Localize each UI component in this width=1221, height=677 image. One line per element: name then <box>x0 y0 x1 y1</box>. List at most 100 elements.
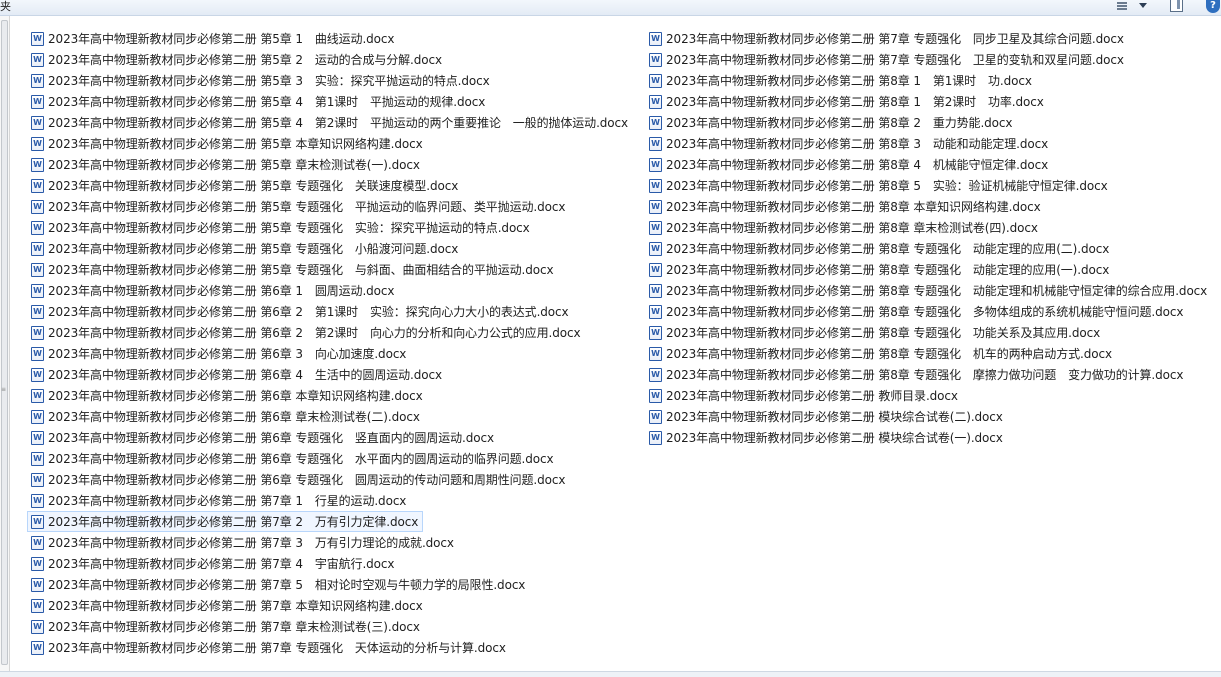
word-document-icon <box>649 136 662 151</box>
file-name: 2023年高中物理新教材同步必修第二册 模块综合试卷(一).docx <box>666 430 1003 445</box>
word-document-icon <box>31 241 44 256</box>
file-name: 2023年高中物理新教材同步必修第二册 第8章 本章知识网络构建.docx <box>666 199 1041 214</box>
file-item[interactable]: 2023年高中物理新教材同步必修第二册 第8章 专题强化 多物体组成的系统机械能… <box>646 301 1210 322</box>
horizontal-scrollbar[interactable] <box>0 671 1221 677</box>
word-document-icon <box>649 304 662 319</box>
word-document-icon <box>31 577 44 592</box>
file-name: 2023年高中物理新教材同步必修第二册 第8章 专题强化 动能定理和机械能守恒定… <box>666 283 1208 298</box>
file-item[interactable]: 2023年高中物理新教材同步必修第二册 第8章 专题强化 动能定理和机械能守恒定… <box>646 280 1210 301</box>
file-name: 2023年高中物理新教材同步必修第二册 第5章 章末检测试卷(一).docx <box>48 157 420 172</box>
file-item[interactable]: 2023年高中物理新教材同步必修第二册 第7章 专题强化 天体运动的分析与计算.… <box>28 637 631 658</box>
file-name: 2023年高中物理新教材同步必修第二册 第8章 5 实验：验证机械能守恒定律.d… <box>666 178 1108 193</box>
file-item[interactable]: 2023年高中物理新教材同步必修第二册 第5章 2 运动的合成与分解.docx <box>28 49 631 70</box>
file-item[interactable]: 2023年高中物理新教材同步必修第二册 第6章 2 第2课时 向心力的分析和向心… <box>28 322 631 343</box>
file-item[interactable]: 2023年高中物理新教材同步必修第二册 第7章 4 宇宙航行.docx <box>28 553 631 574</box>
file-item[interactable]: 2023年高中物理新教材同步必修第二册 第8章 4 机械能守恒定律.docx <box>646 154 1210 175</box>
file-item[interactable]: 2023年高中物理新教材同步必修第二册 第7章 章末检测试卷(三).docx <box>28 616 631 637</box>
file-item[interactable]: 2023年高中物理新教材同步必修第二册 第6章 1 圆周运动.docx <box>28 280 631 301</box>
file-item[interactable]: 2023年高中物理新教材同步必修第二册 第7章 专题强化 同步卫星及其综合问题.… <box>646 28 1210 49</box>
file-name: 2023年高中物理新教材同步必修第二册 第6章 1 圆周运动.docx <box>48 283 395 298</box>
file-name: 2023年高中物理新教材同步必修第二册 第8章 专题强化 动能定理的应用(二).… <box>666 241 1110 256</box>
file-name: 2023年高中物理新教材同步必修第二册 第6章 4 生活中的圆周运动.docx <box>48 367 443 382</box>
file-name: 2023年高中物理新教材同步必修第二册 第6章 专题强化 竖直面内的圆周运动.d… <box>48 430 494 445</box>
file-name: 2023年高中物理新教材同步必修第二册 第7章 本章知识网络构建.docx <box>48 598 423 613</box>
file-name: 2023年高中物理新教材同步必修第二册 第8章 4 机械能守恒定律.docx <box>666 157 1049 172</box>
file-item[interactable]: 2023年高中物理新教材同步必修第二册 第8章 3 动能和动能定理.docx <box>646 133 1210 154</box>
file-item[interactable]: 2023年高中物理新教材同步必修第二册 第8章 1 第2课时 功率.docx <box>646 91 1210 112</box>
word-document-icon <box>649 94 662 109</box>
file-item[interactable]: 2023年高中物理新教材同步必修第二册 第7章 专题强化 卫星的变轨和双星问题.… <box>646 49 1210 70</box>
file-item[interactable]: 2023年高中物理新教材同步必修第二册 第8章 专题强化 机车的两种启动方式.d… <box>646 343 1210 364</box>
file-item[interactable]: 2023年高中物理新教材同步必修第二册 第6章 专题强化 圆周运动的传动问题和周… <box>28 469 631 490</box>
word-document-icon <box>31 451 44 466</box>
file-name: 2023年高中物理新教材同步必修第二册 第5章 专题强化 小船渡河问题.docx <box>48 241 459 256</box>
file-item[interactable]: 2023年高中物理新教材同步必修第二册 第7章 3 万有引力理论的成就.docx <box>28 532 631 553</box>
file-name: 2023年高中物理新教材同步必修第二册 第5章 专题强化 与斜面、曲面相结合的平… <box>48 262 554 277</box>
word-document-icon <box>649 283 662 298</box>
word-document-icon <box>31 262 44 277</box>
file-item[interactable]: 2023年高中物理新教材同步必修第二册 第8章 1 第1课时 功.docx <box>646 70 1210 91</box>
file-item[interactable]: 2023年高中物理新教材同步必修第二册 第5章 3 实验：探究平抛运动的特点.d… <box>28 70 631 91</box>
file-item[interactable]: 2023年高中物理新教材同步必修第二册 第7章 本章知识网络构建.docx <box>28 595 631 616</box>
file-item[interactable]: 2023年高中物理新教材同步必修第二册 第6章 章末检测试卷(二).docx <box>28 406 631 427</box>
file-item[interactable]: 2023年高中物理新教材同步必修第二册 第6章 2 第1课时 实验：探究向心力大… <box>28 301 631 322</box>
word-document-icon <box>649 409 662 424</box>
file-item[interactable]: 2023年高中物理新教材同步必修第二册 第8章 专题强化 动能定理的应用(一).… <box>646 259 1210 280</box>
file-item[interactable]: 2023年高中物理新教材同步必修第二册 第8章 专题强化 摩擦力做功问题 变力做… <box>646 364 1210 385</box>
file-item[interactable]: 2023年高中物理新教材同步必修第二册 第5章 1 曲线运动.docx <box>28 28 631 49</box>
file-name: 2023年高中物理新教材同步必修第二册 第7章 专题强化 同步卫星及其综合问题.… <box>666 31 1124 46</box>
file-name: 2023年高中物理新教材同步必修第二册 第8章 1 第1课时 功.docx <box>666 73 1032 88</box>
file-item[interactable]: 2023年高中物理新教材同步必修第二册 第5章 章末检测试卷(一).docx <box>28 154 631 175</box>
file-name: 2023年高中物理新教材同步必修第二册 第6章 2 第1课时 实验：探究向心力大… <box>48 304 569 319</box>
file-item[interactable]: 2023年高中物理新教材同步必修第二册 第8章 本章知识网络构建.docx <box>646 196 1210 217</box>
file-item[interactable]: 2023年高中物理新教材同步必修第二册 第5章 本章知识网络构建.docx <box>28 133 631 154</box>
file-item[interactable]: 2023年高中物理新教材同步必修第二册 第5章 专题强化 关联速度模型.docx <box>28 175 631 196</box>
file-item[interactable]: 2023年高中物理新教材同步必修第二册 第5章 4 第1课时 平抛运动的规律.d… <box>28 91 631 112</box>
file-item[interactable]: 2023年高中物理新教材同步必修第二册 第7章 1 行星的运动.docx <box>28 490 631 511</box>
word-document-icon <box>649 178 662 193</box>
file-item[interactable]: 2023年高中物理新教材同步必修第二册 第8章 章末检测试卷(四).docx <box>646 217 1210 238</box>
word-document-icon <box>649 73 662 88</box>
file-item[interactable]: 2023年高中物理新教材同步必修第二册 第6章 3 向心加速度.docx <box>28 343 631 364</box>
file-item[interactable]: 2023年高中物理新教材同步必修第二册 第5章 4 第2课时 平抛运动的两个重要… <box>28 112 631 133</box>
word-document-icon <box>31 73 44 88</box>
file-item[interactable]: 2023年高中物理新教材同步必修第二册 第6章 4 生活中的圆周运动.docx <box>28 364 631 385</box>
file-name: 2023年高中物理新教材同步必修第二册 第7章 章末检测试卷(三).docx <box>48 619 420 634</box>
file-name: 2023年高中物理新教材同步必修第二册 第6章 3 向心加速度.docx <box>48 346 407 361</box>
word-document-icon <box>649 430 662 445</box>
file-item[interactable]: 2023年高中物理新教材同步必修第二册 教师目录.docx <box>646 385 1210 406</box>
file-item[interactable]: 2023年高中物理新教材同步必修第二册 第8章 5 实验：验证机械能守恒定律.d… <box>646 175 1210 196</box>
word-document-icon <box>31 598 44 613</box>
word-document-icon <box>31 472 44 487</box>
file-item[interactable]: 2023年高中物理新教材同步必修第二册 第8章 专题强化 功能关系及其应用.do… <box>646 322 1210 343</box>
file-name: 2023年高中物理新教材同步必修第二册 第8章 专题强化 动能定理的应用(一).… <box>666 262 1110 277</box>
file-item[interactable]: 2023年高中物理新教材同步必修第二册 第7章 2 万有引力定律.docx <box>27 511 423 532</box>
file-item[interactable]: 2023年高中物理新教材同步必修第二册 第8章 专题强化 动能定理的应用(二).… <box>646 238 1210 259</box>
file-name: 2023年高中物理新教材同步必修第二册 模块综合试卷(二).docx <box>666 409 1003 424</box>
word-document-icon <box>31 535 44 550</box>
file-item[interactable]: 2023年高中物理新教材同步必修第二册 模块综合试卷(二).docx <box>646 406 1210 427</box>
file-item[interactable]: 2023年高中物理新教材同步必修第二册 模块综合试卷(一).docx <box>646 427 1210 448</box>
file-item[interactable]: 2023年高中物理新教材同步必修第二册 第6章 本章知识网络构建.docx <box>28 385 631 406</box>
file-name: 2023年高中物理新教材同步必修第二册 第6章 2 第2课时 向心力的分析和向心… <box>48 325 581 340</box>
file-item[interactable]: 2023年高中物理新教材同步必修第二册 第6章 专题强化 水平面内的圆周运动的临… <box>28 448 631 469</box>
file-item[interactable]: 2023年高中物理新教材同步必修第二册 第5章 专题强化 小船渡河问题.docx <box>28 238 631 259</box>
file-name: 2023年高中物理新教材同步必修第二册 第5章 1 曲线运动.docx <box>48 31 395 46</box>
file-item[interactable]: 2023年高中物理新教材同步必修第二册 第7章 5 相对论时空观与牛顿力学的局限… <box>28 574 631 595</box>
word-document-icon <box>31 325 44 340</box>
word-document-icon <box>31 619 44 634</box>
word-document-icon <box>31 640 44 655</box>
file-item[interactable]: 2023年高中物理新教材同步必修第二册 第8章 2 重力势能.docx <box>646 112 1210 133</box>
file-item[interactable]: 2023年高中物理新教材同步必修第二册 第5章 专题强化 平抛运动的临界问题、类… <box>28 196 631 217</box>
file-item[interactable]: 2023年高中物理新教材同步必修第二册 第5章 专题强化 实验：探究平抛运动的特… <box>28 217 631 238</box>
file-name: 2023年高中物理新教材同步必修第二册 第8章 1 第2课时 功率.docx <box>666 94 1044 109</box>
word-document-icon <box>649 31 662 46</box>
file-name: 2023年高中物理新教材同步必修第二册 教师目录.docx <box>666 388 958 403</box>
word-document-icon <box>649 241 662 256</box>
file-name: 2023年高中物理新教材同步必修第二册 第8章 专题强化 机车的两种启动方式.d… <box>666 346 1112 361</box>
file-name: 2023年高中物理新教材同步必修第二册 第5章 专题强化 关联速度模型.docx <box>48 178 459 193</box>
file-name: 2023年高中物理新教材同步必修第二册 第8章 章末检测试卷(四).docx <box>666 220 1038 235</box>
word-document-icon <box>31 157 44 172</box>
file-item[interactable]: 2023年高中物理新教材同步必修第二册 第5章 专题强化 与斜面、曲面相结合的平… <box>28 259 631 280</box>
file-item[interactable]: 2023年高中物理新教材同步必修第二册 第6章 专题强化 竖直面内的圆周运动.d… <box>28 427 631 448</box>
